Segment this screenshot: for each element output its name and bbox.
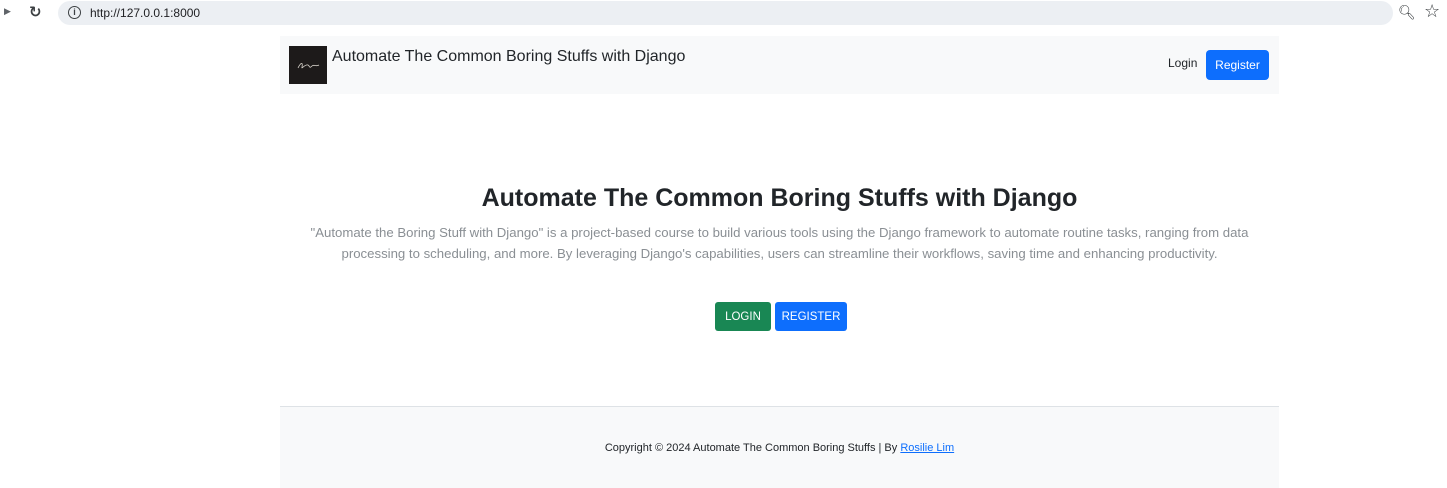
- reload-icon[interactable]: ↻: [29, 3, 42, 21]
- brand-title[interactable]: Automate The Common Boring Stuffs with D…: [332, 48, 685, 66]
- zoom-icon[interactable]: 🔍︎: [1398, 4, 1416, 21]
- browser-toolbar: ▶ ↻ i http://127.0.0.1:8000 🔍︎ ☆: [0, 0, 1447, 26]
- bookmark-star-icon[interactable]: ☆: [1424, 1, 1440, 22]
- footer: Copyright © 2024 Automate The Common Bor…: [280, 406, 1279, 488]
- nav-login-link[interactable]: Login: [1168, 56, 1197, 70]
- address-bar[interactable]: i http://127.0.0.1:8000: [58, 1, 1393, 25]
- login-button[interactable]: LOGIN: [715, 302, 771, 331]
- copyright-text: Copyright © 2024 Automate The Common Bor…: [604, 442, 901, 454]
- hero-button-group: LOGIN REGISTER: [280, 302, 1279, 331]
- footer-text: Copyright © 2024 Automate The Common Bor…: [280, 442, 1279, 454]
- hero-description: "Automate the Boring Stuff with Django" …: [310, 225, 1249, 261]
- info-icon[interactable]: i: [68, 6, 81, 19]
- signature-logo-icon: [297, 62, 320, 69]
- hero-title: Automate The Common Boring Stuffs with D…: [481, 184, 1078, 212]
- url-text[interactable]: http://127.0.0.1:8000: [90, 6, 200, 20]
- navbar: Automate The Common Boring Stuffs with D…: [280, 36, 1279, 94]
- nav-register-button[interactable]: Register: [1206, 50, 1269, 80]
- author-link[interactable]: Rosilie Lim: [900, 442, 954, 454]
- forward-arrow-icon[interactable]: ▶: [4, 6, 11, 17]
- brand-logo[interactable]: [289, 46, 327, 84]
- register-button[interactable]: REGISTER: [775, 302, 847, 331]
